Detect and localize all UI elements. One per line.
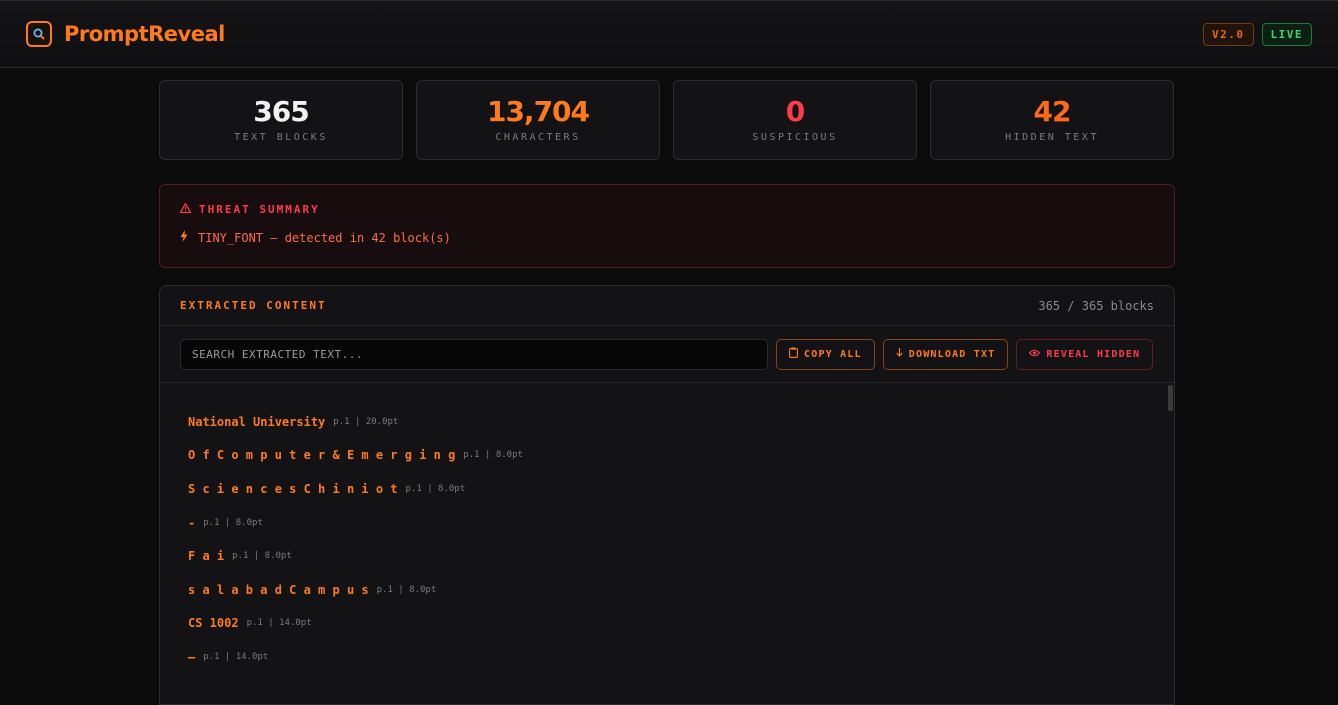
text-block[interactable]: National University p.1 | 20.0pt: [188, 405, 1146, 439]
stat-value: 42: [1033, 94, 1072, 128]
text-block[interactable]: S c i e n c e s C h i n i o t p.1 | 8.0p…: [188, 472, 1146, 506]
block-font-size: 8.0pt: [409, 584, 437, 595]
threat-item-text: TINY_FONT — detected in 42 block(s): [198, 230, 451, 245]
download-txt-button[interactable]: DOWNLOAD TXT: [882, 338, 1009, 370]
block-page: p.1: [203, 517, 220, 528]
extracted-content-panel: EXTRACTED CONTENT 365 / 365 blocks COPY …: [159, 285, 1175, 705]
threat-summary-panel: THREAT SUMMARY TINY_FONT — detected in 4…: [159, 184, 1175, 268]
stat-value: 365: [253, 94, 309, 128]
block-text: F a i: [188, 549, 225, 564]
block-page: p.1: [232, 551, 249, 562]
threat-summary-title: THREAT SUMMARY: [199, 203, 320, 216]
text-block[interactable]: — p.1 | 14.0pt: [188, 640, 1146, 674]
download-txt-label: DOWNLOAD TXT: [908, 348, 996, 360]
eye-icon: [1029, 349, 1041, 360]
stat-value: 0: [785, 94, 806, 128]
stat-label: HIDDEN TEXT: [1005, 131, 1099, 143]
block-text: National University: [188, 414, 326, 429]
block-text: -: [188, 515, 196, 530]
stat-card-characters: 13,704 CHARACTERS: [416, 80, 660, 160]
text-block[interactable]: O f C o m p u t e r & E m e r g i n g p.…: [188, 439, 1146, 473]
header: PromptReveal V2.0 LIVE: [0, 0, 1338, 68]
brand[interactable]: PromptReveal: [26, 21, 225, 47]
stat-value: 13,704: [486, 94, 590, 128]
text-block[interactable]: - p.1 | 8.0pt: [188, 506, 1146, 540]
download-arrow-icon: [896, 348, 903, 360]
block-font-size: 8.0pt: [235, 517, 263, 528]
reveal-hidden-button[interactable]: REVEAL HIDDEN: [1016, 338, 1154, 370]
threat-item: TINY_FONT — detected in 42 block(s): [180, 230, 1154, 245]
block-text: O f C o m p u t e r & E m e r g i n g: [188, 448, 456, 463]
block-text: —: [188, 649, 196, 664]
version-badge: V2.0: [1203, 22, 1254, 46]
app-title: PromptReveal: [64, 22, 225, 46]
extracted-content-title: EXTRACTED CONTENT: [180, 299, 327, 312]
block-font-size: 14.0pt: [279, 618, 312, 629]
text-block-list: National University p.1 | 20.0pt O f C o…: [160, 383, 1174, 674]
copy-all-label: COPY ALL: [804, 348, 862, 360]
block-page: p.1: [333, 416, 350, 427]
live-status-badge: LIVE: [1261, 22, 1312, 46]
block-page: p.1: [463, 450, 480, 461]
stat-card-text-blocks: 365 TEXT BLOCKS: [159, 80, 403, 160]
block-font-size: 8.0pt: [438, 483, 466, 494]
reveal-hidden-label: REVEAL HIDDEN: [1046, 348, 1141, 360]
text-block[interactable]: CS 1002 p.1 | 14.0pt: [188, 607, 1146, 641]
magnifier-icon: [26, 21, 52, 47]
stat-label: CHARACTERS: [495, 131, 581, 143]
block-font-size: 8.0pt: [264, 551, 292, 562]
warning-icon: [179, 202, 192, 216]
lightning-icon: [180, 230, 188, 245]
clipboard-icon: [789, 347, 798, 361]
block-text: CS 1002: [188, 616, 239, 631]
block-page: p.1: [203, 651, 220, 662]
text-block[interactable]: F a i p.1 | 8.0pt: [188, 539, 1146, 573]
content-toolbar: COPY ALL DOWNLOAD TXT REVEAL HIDDEN: [160, 326, 1174, 383]
block-page: p.1: [376, 584, 393, 595]
block-count: 365 / 365 blocks: [1038, 298, 1154, 313]
block-text: S c i e n c e s C h i n i o t: [188, 481, 398, 496]
block-font-size: 14.0pt: [235, 651, 269, 662]
scrollbar-thumb[interactable]: [1168, 385, 1173, 411]
stat-label: SUSPICIOUS: [752, 131, 838, 143]
block-page: p.1: [246, 618, 263, 629]
stat-card-suspicious: 0 SUSPICIOUS: [673, 80, 917, 160]
stats-row: 365 TEXT BLOCKS 13,704 CHARACTERS 0 SUSP…: [159, 80, 1175, 160]
stat-label: TEXT BLOCKS: [234, 131, 328, 143]
block-font-size: 20.0pt: [365, 416, 399, 427]
copy-all-button[interactable]: COPY ALL: [776, 338, 875, 370]
search-input[interactable]: [180, 338, 768, 370]
block-font-size: 8.0pt: [495, 450, 523, 461]
stat-card-hidden-text: 42 HIDDEN TEXT: [930, 80, 1174, 160]
block-text: s a l a b a d C a m p u s: [188, 582, 369, 597]
text-block[interactable]: s a l a b a d C a m p u s p.1 | 8.0pt: [188, 573, 1146, 607]
block-page: p.1: [405, 483, 422, 494]
